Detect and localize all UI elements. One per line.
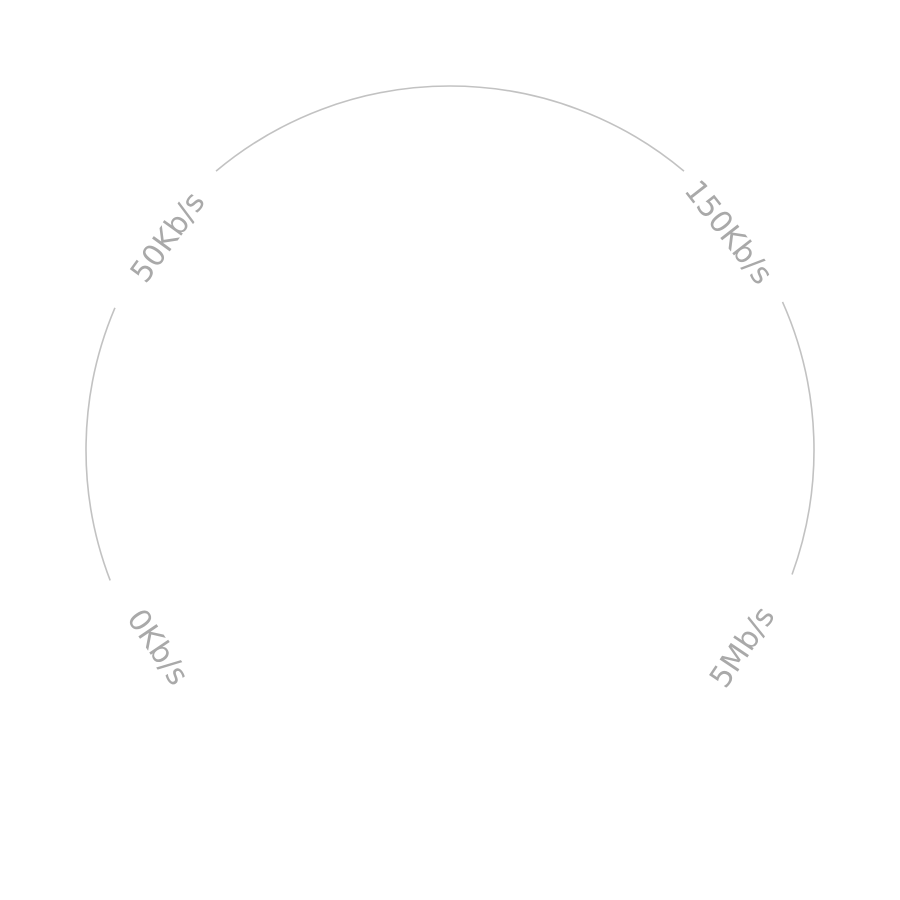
gauge-tick-label-150kbps: 150Kb/s xyxy=(677,174,780,291)
gauge-tick-label-5mbps: 5Mb/s xyxy=(703,600,782,694)
gauge-arc-segment xyxy=(85,307,116,581)
gauge-label-group: 0Kb/s 50Kb/s 150Kb/s 5Mb/s xyxy=(119,174,782,694)
gauge-svg: 0Kb/s 50Kb/s 150Kb/s 5Mb/s xyxy=(85,85,815,694)
gauge-tick-label-0kbps: 0Kb/s xyxy=(119,603,195,692)
gauge-arc-group xyxy=(85,85,815,581)
gauge-tick-label-50kbps: 50Kb/s xyxy=(124,186,213,290)
speed-gauge: 0Kb/s 50Kb/s 150Kb/s 5Mb/s xyxy=(0,0,900,900)
gauge-arc-segment xyxy=(781,301,815,575)
gauge-arc-segment xyxy=(215,85,685,172)
